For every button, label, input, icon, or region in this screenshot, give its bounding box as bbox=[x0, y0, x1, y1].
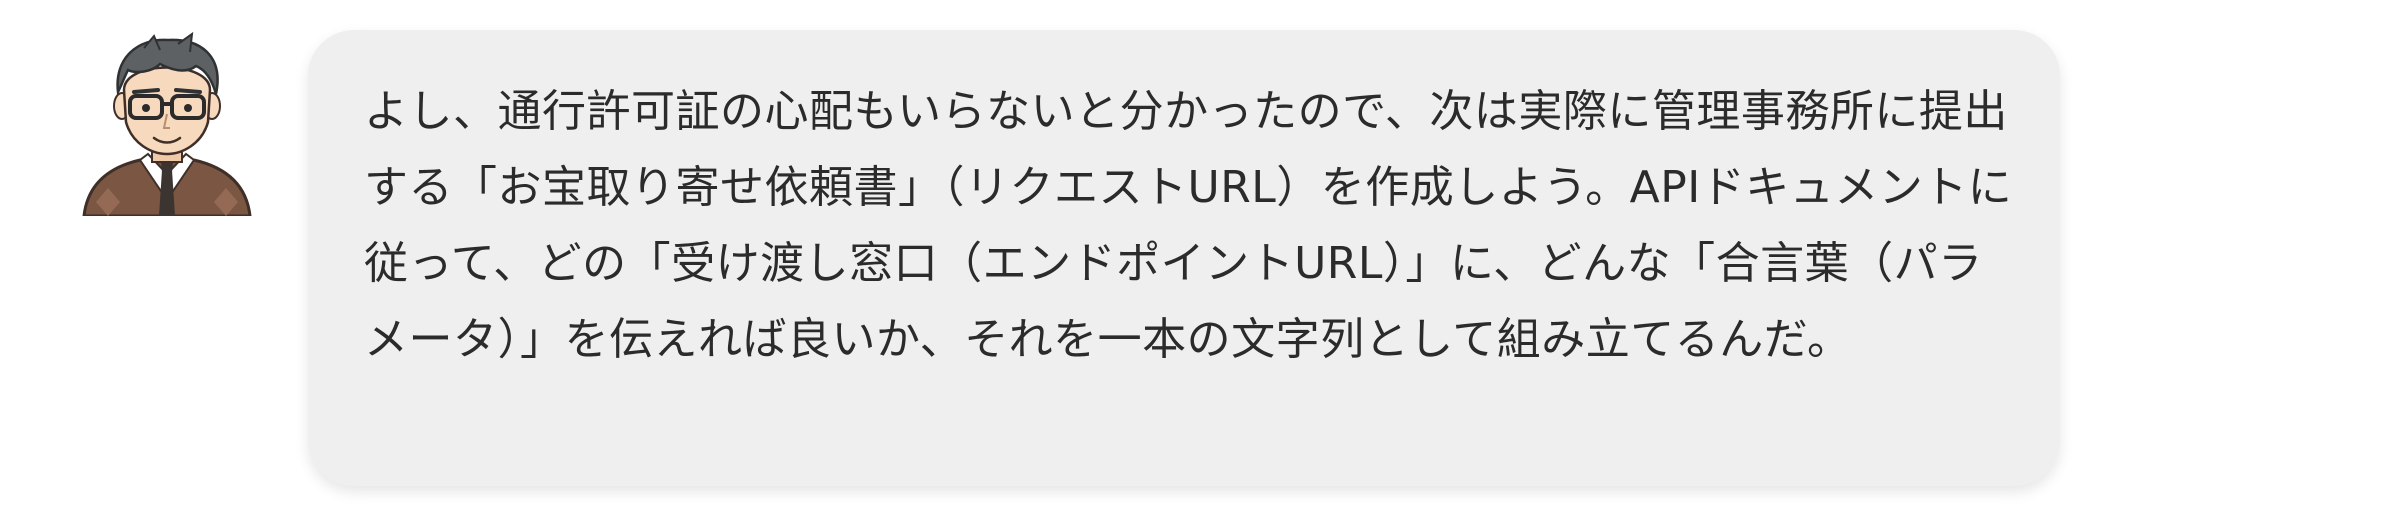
message-text: よし、通行許可証の心配もいらないと分かったので、次は実際に管理事務所に提出する「… bbox=[364, 86, 2013, 365]
chat-message-row: よし、通行許可証の心配もいらないと分かったので、次は実際に管理事務所に提出する「… bbox=[0, 0, 2400, 516]
message-bubble: よし、通行許可証の心配もいらないと分かったので、次は実際に管理事務所に提出する「… bbox=[308, 30, 2060, 486]
user-avatar bbox=[74, 30, 260, 216]
man-with-glasses-avatar-icon bbox=[82, 31, 252, 216]
